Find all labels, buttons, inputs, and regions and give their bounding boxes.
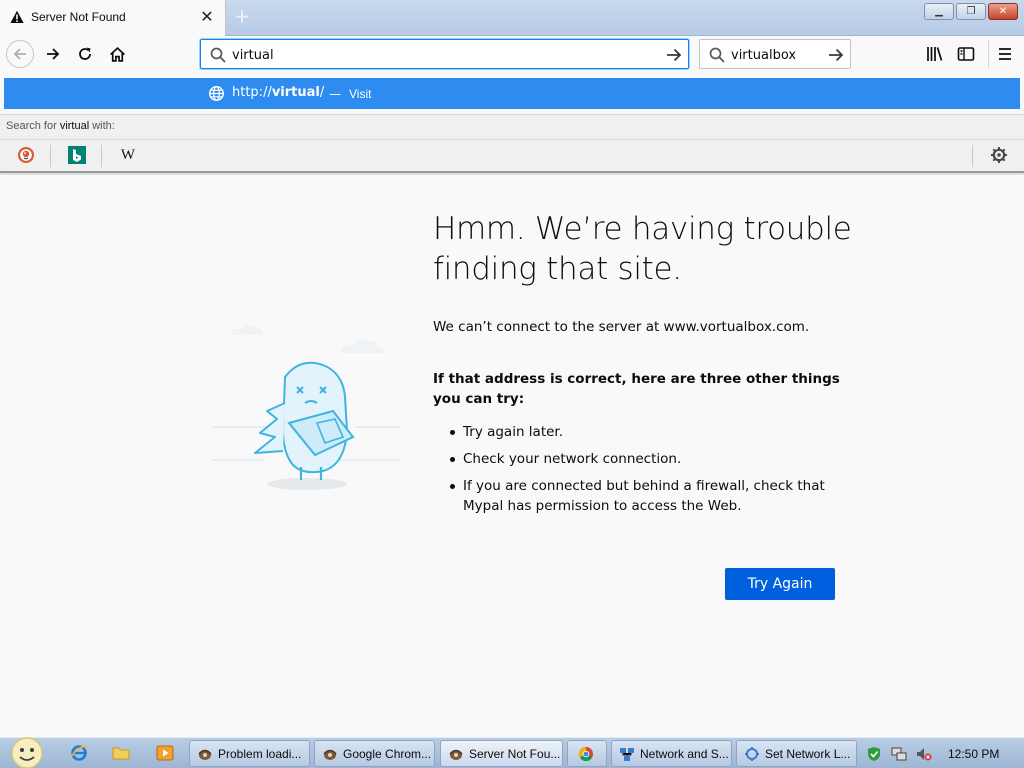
duckduckgo-icon[interactable] <box>17 146 35 164</box>
internet-explorer-icon[interactable] <box>70 744 88 762</box>
tab-title: Server Not Found <box>31 10 126 24</box>
globe-icon <box>208 85 225 102</box>
tab-close-icon[interactable]: ✕ <box>199 8 215 26</box>
search-input[interactable] <box>731 46 821 64</box>
home-icon <box>109 46 125 62</box>
error-title: Hmm. We’re having trouble finding that s… <box>433 211 852 287</box>
system-tray <box>860 738 1024 768</box>
window-controls: ▁ ❐ ✕ <box>924 3 1018 20</box>
autocomplete-url: http://virtual/ <box>232 85 325 100</box>
go-arrow-icon[interactable] <box>664 45 684 65</box>
list-item: Try again later. <box>433 422 833 442</box>
taskbar-task[interactable]: Set Network L... <box>736 740 857 767</box>
mypal-icon <box>449 749 463 760</box>
network-settings-icon <box>745 747 759 761</box>
search-go-arrow-icon[interactable] <box>826 45 846 65</box>
forward-button[interactable] <box>39 40 67 68</box>
taskbar-task-label: Network and S... <box>640 747 729 761</box>
gear-icon[interactable] <box>990 146 1008 164</box>
restore-button[interactable]: ❐ <box>956 3 986 20</box>
engine-separator <box>972 145 973 167</box>
error-description: We can’t connect to the server at www.vo… <box>433 319 810 335</box>
tab-server-not-found[interactable]: Server Not Found ✕ <box>0 0 226 36</box>
error-suggestions-heading: If that address is correct, here are thr… <box>433 371 840 407</box>
navigation-toolbar <box>0 36 1024 72</box>
forward-arrow-icon <box>47 48 60 60</box>
engine-separator <box>50 145 51 167</box>
search-bar[interactable] <box>699 39 851 69</box>
try-again-button[interactable]: Try Again <box>725 568 835 600</box>
list-item: If you are connected but behind a firewa… <box>433 476 833 516</box>
url-input[interactable] <box>232 46 652 64</box>
one-off-search-engines: W <box>0 140 1024 173</box>
taskbar-task-label: Problem loadi... <box>218 747 302 761</box>
list-item: Check your network connection. <box>433 449 833 469</box>
mypal-icon <box>323 749 337 760</box>
new-tab-button[interactable]: + <box>232 6 252 26</box>
menu-icon[interactable] <box>995 44 1015 64</box>
taskbar-task[interactable]: Google Chrom... <box>314 740 435 767</box>
folder-icon[interactable] <box>112 744 130 762</box>
network-tray-icon[interactable] <box>891 746 907 762</box>
clock[interactable]: 12:50 PM <box>948 747 999 761</box>
security-shield-icon[interactable] <box>866 746 882 762</box>
volume-muted-icon[interactable] <box>916 746 932 762</box>
back-arrow-icon <box>13 48 26 60</box>
taskbar-task[interactable]: Network and S... <box>611 740 732 767</box>
tab-strip: Server Not Found ✕ + ▁ ❐ ✕ <box>0 0 1024 36</box>
search-for-label: Search for virtual with: <box>6 120 115 132</box>
minimize-button[interactable]: ▁ <box>924 3 954 20</box>
taskbar: Problem loadi... Google Chrom... Server … <box>0 737 1024 768</box>
autocomplete-action: Visit <box>349 87 372 101</box>
taskbar-task-label: Google Chrom... <box>343 747 432 761</box>
taskbar-task-label: Server Not Fou... <box>469 747 561 761</box>
error-page: Hmm. We’re having trouble finding that s… <box>0 175 1024 737</box>
taskbar-task-label: Set Network L... <box>765 747 851 761</box>
library-icon[interactable] <box>925 44 945 64</box>
media-player-icon[interactable] <box>156 744 174 762</box>
search-icon <box>709 47 725 63</box>
search-icon <box>210 47 226 63</box>
taskbar-task-active[interactable]: Server Not Fou... <box>440 740 563 767</box>
sidebar-icon[interactable] <box>956 44 976 64</box>
network-icon <box>620 748 634 761</box>
start-button-icon[interactable] <box>5 736 47 768</box>
wikipedia-icon[interactable]: W <box>119 146 137 164</box>
url-bar[interactable] <box>200 39 689 69</box>
sad-dinosaur-illustration <box>213 325 400 490</box>
home-button[interactable] <box>103 40 131 68</box>
reload-icon <box>79 47 91 60</box>
autocomplete-visit-row[interactable]: http://virtual/ — Visit <box>4 78 1020 109</box>
warning-icon <box>10 10 24 23</box>
taskbar-task[interactable] <box>567 740 607 767</box>
bing-icon[interactable] <box>68 146 86 164</box>
autocomplete-separator: — <box>329 87 341 101</box>
chrome-icon <box>578 746 593 762</box>
mypal-icon <box>198 749 212 760</box>
toolbar-separator <box>988 40 989 68</box>
engine-separator <box>101 145 102 167</box>
error-suggestions-list: Try again later. Check your network conn… <box>433 422 833 523</box>
window-close-button[interactable]: ✕ <box>988 3 1018 20</box>
reload-button[interactable] <box>71 40 99 68</box>
search-for-header: Search for virtual with: <box>0 114 1024 140</box>
back-button[interactable] <box>6 40 34 68</box>
taskbar-task[interactable]: Problem loadi... <box>189 740 310 767</box>
